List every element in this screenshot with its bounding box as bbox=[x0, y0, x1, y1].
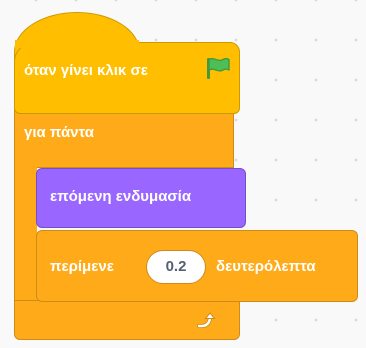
green-flag-icon bbox=[207, 57, 230, 79]
seconds-label: δευτερόλεπτα bbox=[216, 258, 316, 275]
loop-arrow-icon bbox=[197, 312, 216, 329]
script-stack: για πάντα όταν γίνει κλικ σε επόμενη ενδ… bbox=[0, 0, 366, 348]
wait-label: περίμενε bbox=[50, 258, 114, 275]
when-flag-clicked-label: όταν γίνει κλικ σε bbox=[24, 62, 148, 79]
forever-block-label: για πάντα bbox=[24, 124, 95, 141]
forever-block-arm[interactable] bbox=[14, 160, 37, 310]
wait-seconds-input[interactable]: 0.2 bbox=[146, 250, 206, 284]
hat-block-cap-fill bbox=[15, 40, 139, 48]
next-costume-label: επόμενη ενδυμασία bbox=[50, 188, 192, 205]
